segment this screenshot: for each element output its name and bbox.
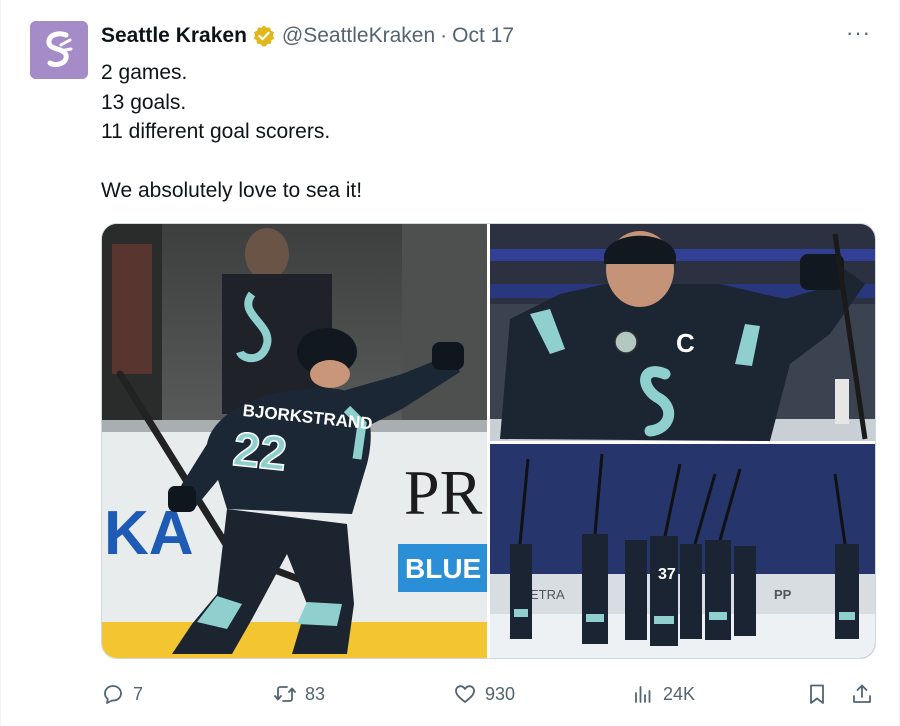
tweet-header: Seattle Kraken @SeattleKraken · Oct 17 — [101, 22, 514, 50]
board-text-blue: BLUE — [405, 553, 481, 584]
author-name[interactable]: Seattle Kraken — [101, 24, 247, 48]
reply-button[interactable]: 7 — [101, 678, 143, 710]
bookmark-icon — [810, 684, 824, 704]
views-button[interactable]: 24K — [631, 678, 695, 710]
share-icon — [853, 684, 871, 703]
kraken-logo-icon — [30, 21, 88, 79]
tweet-text: 2 games. 13 goals. 11 different goal sco… — [101, 58, 362, 206]
photo-captain-smiling[interactable]: C — [490, 224, 875, 441]
repost-count: 83 — [305, 683, 326, 704]
tweet-line: 11 different goal scorers. — [101, 120, 331, 143]
verified-badge-icon[interactable] — [252, 24, 276, 48]
photo-team-salute[interactable]: ETRA PP 37 — [490, 444, 875, 658]
board-text-right: PR — [404, 457, 483, 528]
views-count: 24K — [663, 683, 696, 704]
board-text-left: ETRA — [530, 587, 565, 602]
avatar[interactable] — [30, 21, 88, 79]
like-count: 930 — [485, 683, 516, 704]
views-chart-icon — [635, 686, 651, 703]
tweet-line: 2 games. — [101, 61, 188, 84]
jersey-number: 22 — [231, 423, 290, 481]
tweet-line: We absolutely love to sea it! — [101, 179, 363, 202]
tweet-date[interactable]: Oct 17 — [452, 24, 514, 48]
repost-button[interactable]: 83 — [273, 678, 325, 710]
jersey-number: 37 — [658, 566, 676, 583]
board-text-right: PP — [774, 587, 792, 602]
media-grid: KA PR BLUE BJORKSTRAND 22 C ETRA PP 37 — [101, 223, 876, 659]
photo-player-celebrating[interactable]: KA PR BLUE BJORKSTRAND 22 — [102, 224, 487, 658]
like-button[interactable]: 930 — [453, 678, 515, 710]
captain-letter: C — [676, 328, 695, 358]
tweet-card[interactable]: Seattle Kraken @SeattleKraken · Oct 17 ·… — [0, 0, 900, 726]
repost-icon — [274, 686, 296, 702]
action-bar: 7 83 930 24K — [101, 678, 876, 710]
share-button[interactable] — [850, 678, 874, 710]
more-options-icon[interactable]: ··· — [846, 22, 871, 44]
reply-count: 7 — [133, 683, 144, 704]
tweet-line — [101, 147, 362, 177]
separator-dot: · — [440, 24, 448, 47]
heart-icon — [455, 685, 475, 703]
bookmark-button[interactable] — [805, 678, 829, 710]
reply-icon — [104, 685, 122, 704]
author-handle[interactable]: @SeattleKraken — [282, 24, 435, 48]
tweet-line: 13 goals. — [101, 90, 187, 114]
